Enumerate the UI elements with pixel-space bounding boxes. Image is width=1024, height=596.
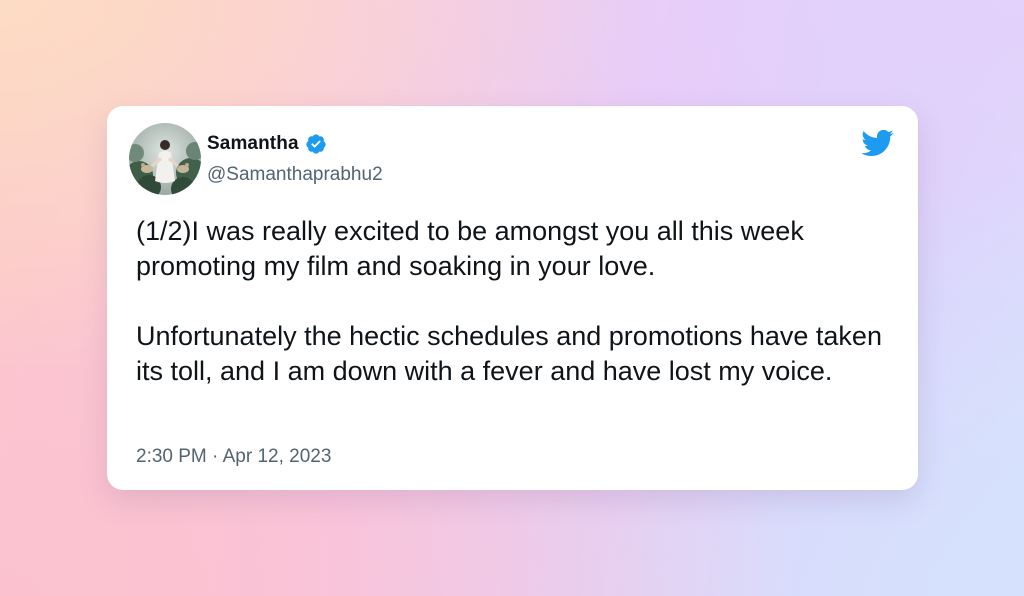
author-handle[interactable]: @Samanthaprabhu2 xyxy=(207,164,383,186)
author-name[interactable]: Samantha xyxy=(207,133,299,155)
twitter-bird-icon[interactable] xyxy=(860,128,894,158)
avatar[interactable] xyxy=(129,123,201,195)
author-name-row: Samantha xyxy=(207,132,327,156)
tweet-timestamp[interactable]: 2:30 PM · Apr 12, 2023 xyxy=(136,446,331,468)
tweet-card: Samantha @Samanthaprabhu2 (1/2)I was rea… xyxy=(107,106,918,490)
tweet-paragraph: (1/2)I was really excited to be amongst … xyxy=(136,216,804,281)
tweet-body: (1/2)I was really excited to be amongst … xyxy=(136,214,906,389)
profile-photo xyxy=(129,123,201,195)
tweet-paragraph: Unfortunately the hectic schedules and p… xyxy=(136,321,882,386)
verified-badge-icon xyxy=(305,133,327,155)
